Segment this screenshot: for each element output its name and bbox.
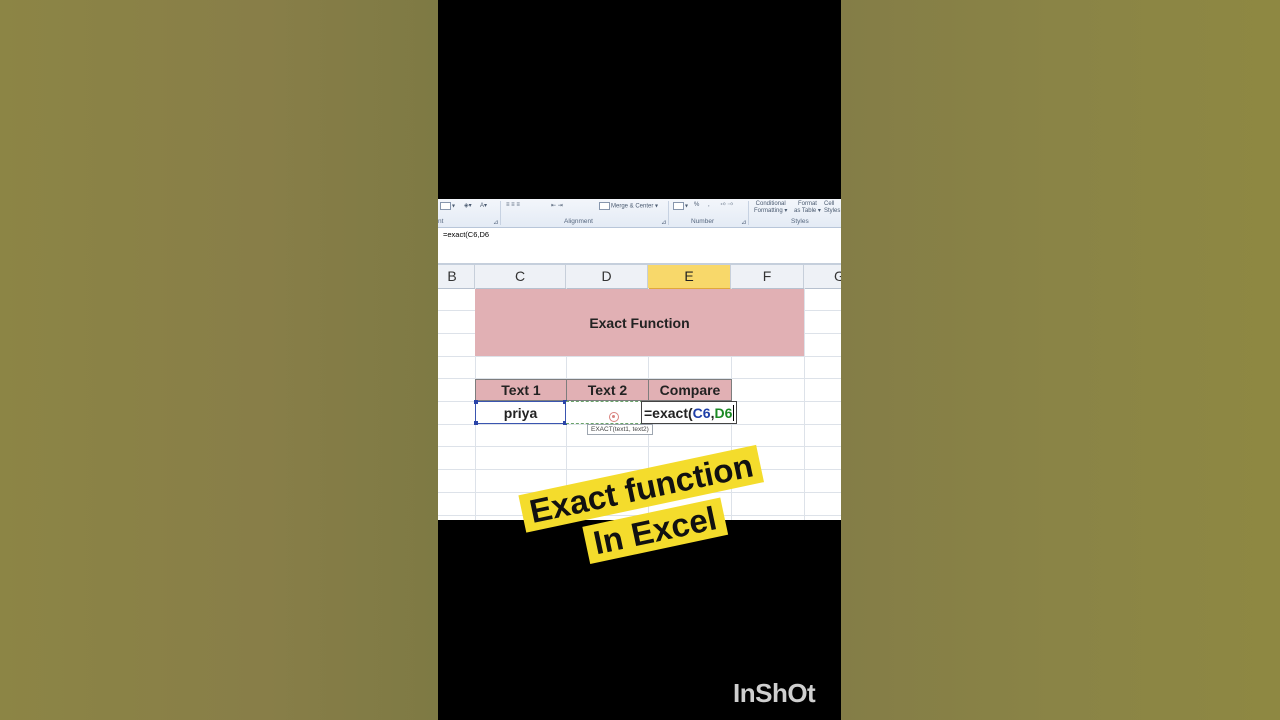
formula-ref-d6: D6 xyxy=(714,404,733,421)
cell-styles-button[interactable]: Cell Styles xyxy=(824,201,840,215)
ribbon-separator xyxy=(668,201,669,225)
cell-d6[interactable] xyxy=(566,401,648,424)
decimal-buttons[interactable]: ⁺⁰ ⁻⁰ xyxy=(720,202,733,209)
ribbon-separator xyxy=(748,201,749,225)
conditional-formatting-button[interactable]: Conditional Formatting ▾ xyxy=(754,201,787,215)
column-line xyxy=(804,288,805,520)
formula-ref-c6: C6 xyxy=(692,404,711,421)
inshot-watermark: InShOt xyxy=(733,678,816,708)
font-dialog-launcher[interactable]: ⊿ xyxy=(493,218,498,226)
borders-button[interactable]: ▾ xyxy=(440,202,455,210)
merge-center-button[interactable]: Merge & Center ▾ xyxy=(599,202,658,210)
formula-bar-text[interactable]: =exact(C6,D6 xyxy=(443,230,489,239)
column-header-d[interactable]: D xyxy=(566,265,648,288)
column-header-g[interactable]: G xyxy=(804,265,841,288)
currency-icon xyxy=(673,202,684,210)
cell-c6[interactable]: priya xyxy=(474,400,567,425)
number-dialog-launcher[interactable]: ⊿ xyxy=(741,218,746,226)
header-label: Text 1 xyxy=(501,382,541,398)
cell-c6-value: priya xyxy=(503,404,538,421)
group-number-label: Number xyxy=(691,218,715,225)
ribbon-separator xyxy=(500,201,501,225)
group-font-label: nt xyxy=(438,218,444,225)
fill-color-button[interactable]: ◈▾ xyxy=(464,202,472,209)
header-cell-text2[interactable]: Text 2 xyxy=(566,379,649,401)
font-color-button[interactable]: A▾ xyxy=(480,202,487,209)
video-frame: ▾ ◈▾ A▾ ≡ ≡ ≡ ⇤ ⇥ Merge & Center ▾ ▾ % ,… xyxy=(438,0,841,720)
text-caret xyxy=(733,404,735,421)
align-buttons[interactable]: ≡ ≡ ≡ xyxy=(506,202,520,208)
header-cell-compare[interactable]: Compare xyxy=(648,379,732,401)
group-styles-label: Styles xyxy=(791,218,809,225)
touch-indicator-icon xyxy=(609,412,619,422)
header-label: Compare xyxy=(659,382,721,398)
merge-icon xyxy=(599,202,610,210)
formula-bar[interactable]: =exact(C6,D6 xyxy=(438,228,841,265)
group-alignment-label: Alignment xyxy=(564,218,593,225)
comma-button[interactable]: , xyxy=(708,202,710,208)
range-handle[interactable] xyxy=(474,400,478,404)
ribbon: ▾ ◈▾ A▾ ≡ ≡ ≡ ⇤ ⇥ Merge & Center ▾ ▾ % ,… xyxy=(438,199,841,228)
function-tooltip[interactable]: EXACT(text1, text2) xyxy=(587,424,653,435)
range-handle[interactable] xyxy=(474,421,478,425)
title-text: Exact Function xyxy=(589,314,690,331)
format-as-table-button[interactable]: Format as Table ▾ xyxy=(794,201,821,215)
cell-e6-editing[interactable]: =exact(C6, D6 xyxy=(641,401,737,424)
blurred-background-right xyxy=(841,0,1280,720)
column-header-b[interactable]: B xyxy=(438,265,475,288)
accounting-format-button[interactable]: ▾ xyxy=(673,202,688,210)
formula-prefix: =exact( xyxy=(644,404,693,421)
header-cell-text1[interactable]: Text 1 xyxy=(475,379,567,401)
title-cell[interactable]: Exact Function xyxy=(475,289,804,356)
row-line xyxy=(438,356,841,357)
column-header-e[interactable]: E xyxy=(648,265,731,290)
percent-button[interactable]: % xyxy=(694,202,699,208)
borders-icon xyxy=(440,202,451,210)
blurred-background-left xyxy=(0,0,438,720)
header-label: Text 2 xyxy=(587,382,628,398)
indent-buttons[interactable]: ⇤ ⇥ xyxy=(551,202,563,209)
column-headers: B C D E F G xyxy=(438,265,841,290)
column-header-f[interactable]: F xyxy=(731,265,804,288)
alignment-dialog-launcher[interactable]: ⊿ xyxy=(661,218,666,226)
column-header-c[interactable]: C xyxy=(475,265,566,288)
